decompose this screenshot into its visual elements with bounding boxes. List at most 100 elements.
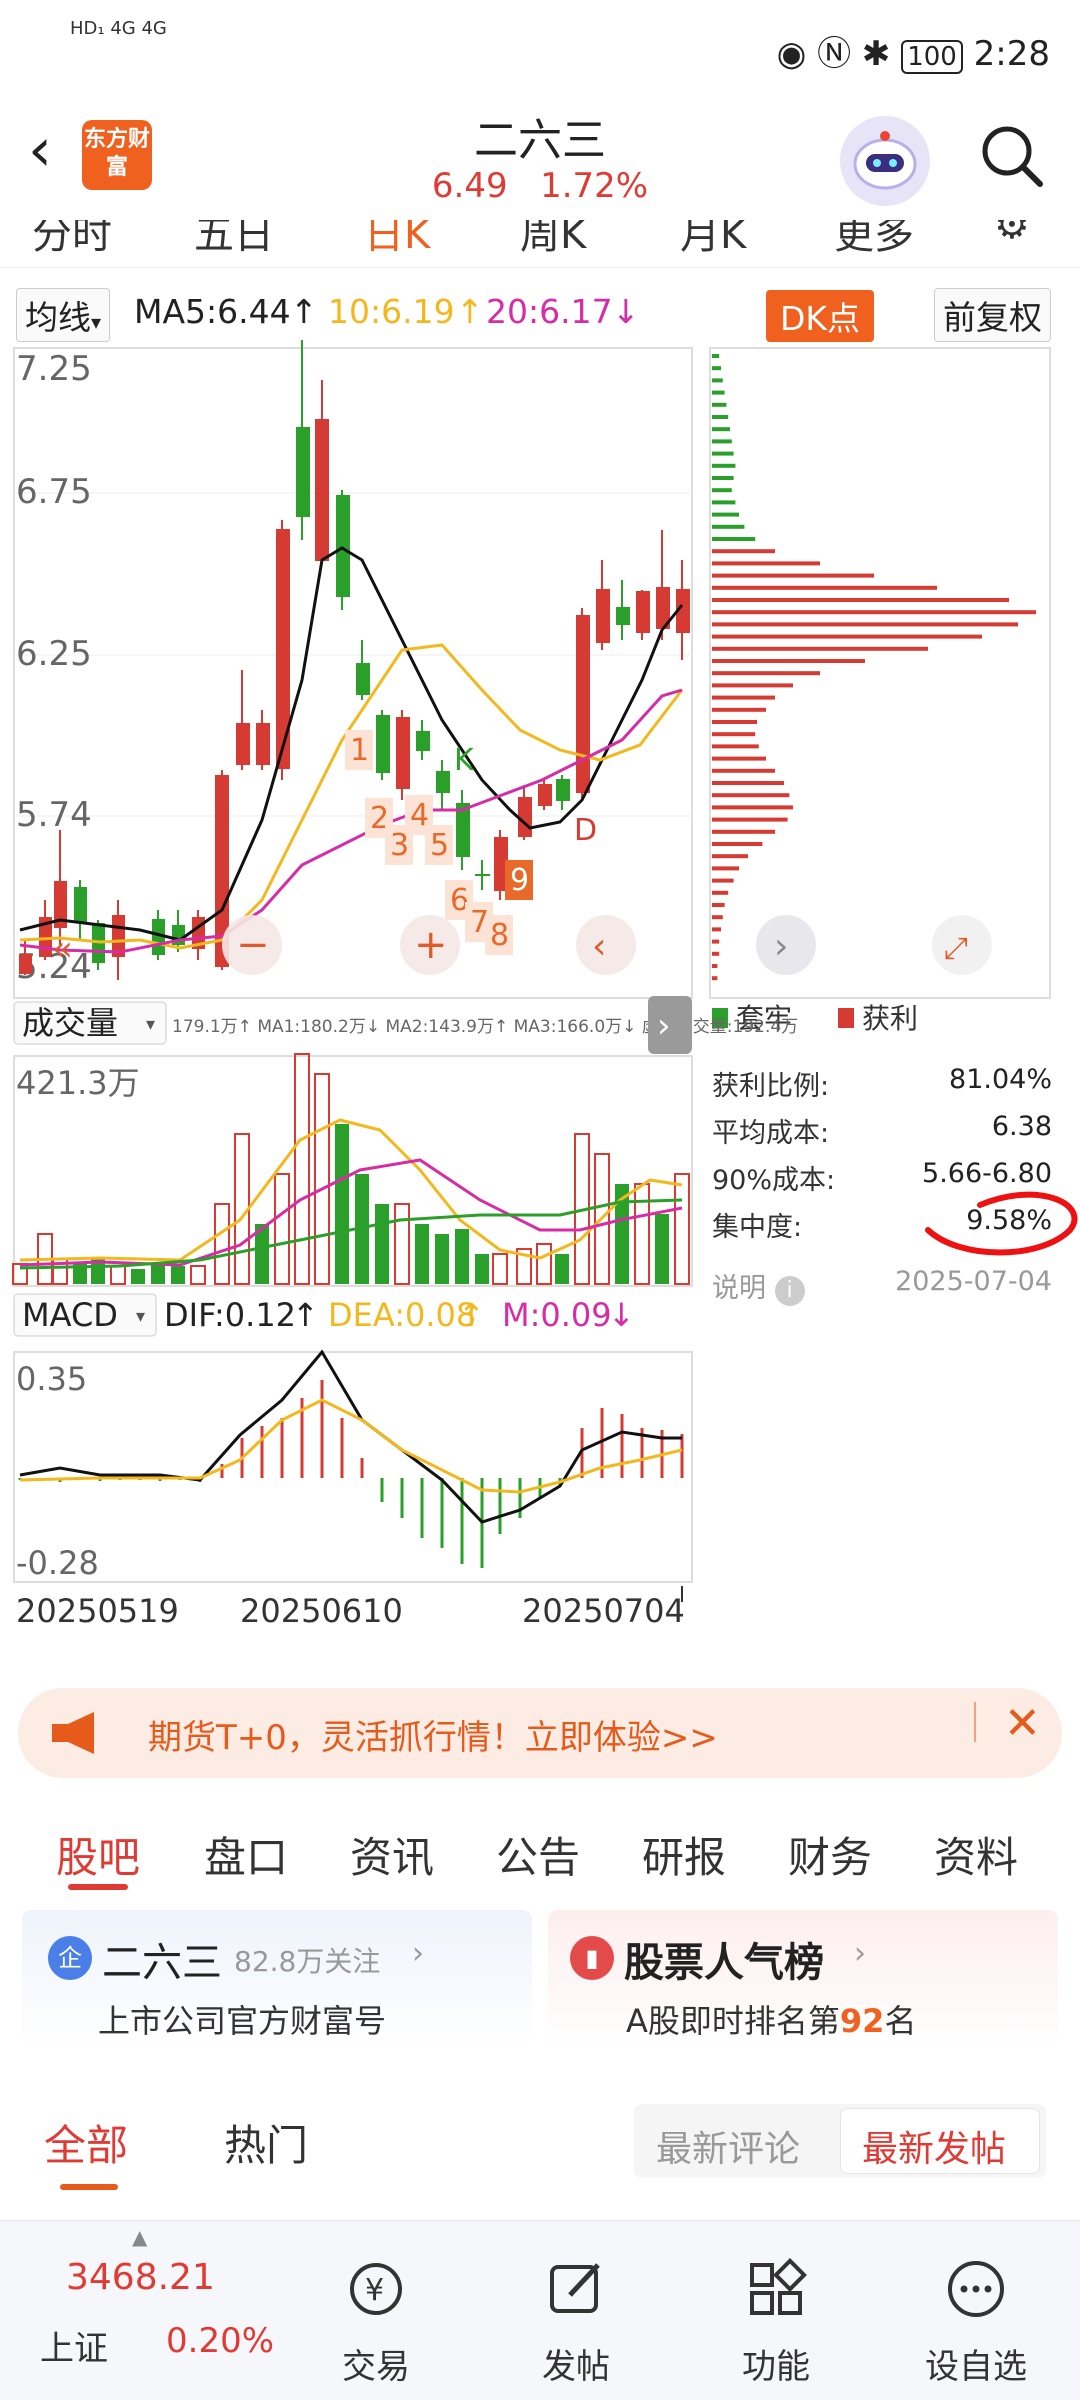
search-icon[interactable] [980,124,1044,188]
chip-bar [712,366,721,371]
candle [556,779,570,801]
battery-icon: 100 [901,40,963,74]
zoom-out-icon: − [236,922,270,968]
down-arrow-icon: ↓ [612,292,640,331]
date-label: 20250610 [240,1592,403,1630]
volume-bar [634,1183,650,1285]
chip-bar [712,683,793,688]
company-name: 二六三 [102,1940,222,1986]
index-ticker[interactable]: ▲ 3468.21 上证 0.20% [20,2221,274,2400]
chip-bar [712,951,720,956]
chip-bar [712,732,756,737]
tab-profile[interactable]: 资料 [934,1824,1018,1885]
tab-minute[interactable]: 分时 [32,220,112,260]
ma-select[interactable]: 均线▾ [16,288,111,342]
chip-bar [712,646,928,651]
feed-filter-bar: 全部 热门 最新评论 最新发帖 [0,2090,1080,2200]
chevron-right-icon: › [412,1936,424,1971]
candle [236,723,250,765]
date-label: 20250704 [522,1592,685,1630]
nav-function[interactable]: 功能 [676,2221,876,2400]
chip-bar [712,610,1036,615]
feed-tab-hot[interactable]: 热门 [224,2112,308,2173]
candle [576,615,590,793]
caret-up-icon: ▲ [132,2225,148,2249]
chip-bar [712,354,720,358]
chip-bar [712,939,720,944]
company-subtitle: 上市公司官方财富号 [98,2002,387,2040]
dk-point-button[interactable]: DK点 [766,290,875,342]
nav-watchlist[interactable]: 设自选 [876,2221,1076,2400]
marker-label: K [454,743,475,778]
tab-news[interactable]: 资讯 [350,1824,434,1885]
tab-pankou[interactable]: 盘口 [204,1824,288,1885]
tab-guba[interactable]: 股吧 [56,1824,140,1885]
tab-finance[interactable]: 财务 [788,1824,872,1885]
marker-label: 9 [510,863,529,898]
chip-bar [712,598,1009,602]
ma-legend-bar: 均线▾ MA5:6.44 ↑ 10:6.19 ↑ 20:6.17 ↓ DK点 前复权 [0,284,1080,344]
expand-icon: ⤢ [944,931,968,966]
popularity-rank-card[interactable]: ▮ 股票人气榜 › A股即时排名第92名 [548,1910,1058,2050]
tab-research[interactable]: 研报 [642,1824,726,1885]
close-icon[interactable]: ✕ [1004,1698,1041,1749]
adjust-button[interactable]: 前复权 [934,288,1051,342]
feed-tab-all[interactable]: 全部 [44,2112,128,2173]
candle [596,589,610,643]
volume-bar [475,1254,489,1284]
period-tabs: 分时 五日 日K 周K 月K 更多 ⚙ [0,220,1080,268]
section-tabs: 股吧 盘口 资讯 公告 研报 财务 资料 [0,1800,1080,1900]
sort-latest-post[interactable]: 最新发帖 [862,2120,1006,2172]
tab-monthly-k[interactable]: 月K [680,220,746,260]
candle [616,607,630,625]
volume-bar [435,1234,449,1284]
volume-bar [294,1053,310,1285]
ma-select-label: 均线 [25,298,91,337]
bottom-nav: ▲ 3468.21 上证 0.20% ¥ 交易 发帖 功能 设自选 [0,2220,1080,2400]
volume-bar [214,1203,230,1285]
rank-suffix: 名 [884,2002,917,2040]
chip-bar [712,634,982,639]
robot-assistant-icon[interactable] [840,116,930,206]
company-account-card[interactable]: 企 二六三 82.8万关注 › 上市公司官方财富号 [22,1910,532,2050]
candle [315,419,329,561]
svg-text:¥: ¥ [365,2273,384,2308]
chip-bar [712,744,759,749]
chip-bar [712,756,766,761]
settings-icon[interactable]: ⚙ [994,220,1030,248]
y-axis-label: 5.74 [16,795,92,835]
dea-value: DEA:0.08 [328,1296,476,1334]
volume-info: 179.1万↑ MA1:180.2万↓ MA2:143.9万↑ MA3:166.… [172,1017,798,1037]
rank-prefix: A股即时排名第 [626,2002,840,2040]
kline-chart[interactable]: 7.25 6.75 6.25 5.74 5.24 1 2 3 4 5 6 7 8… [0,340,1080,1680]
chip-bar [712,781,784,785]
chip-bar [712,964,718,968]
chip-bar [712,488,732,493]
tab-weekly-k[interactable]: 周K [520,220,586,260]
chip-bar [712,842,763,846]
chip-bar [712,537,756,541]
tab-more[interactable]: 更多 [834,220,914,260]
candle [518,797,532,837]
chip-bar [712,439,732,444]
candle [538,784,552,806]
divider [974,1702,976,1742]
megaphone-icon [52,1712,94,1754]
nav-post[interactable]: 发帖 [476,2221,676,2400]
tab-daily-k[interactable]: 日K [364,220,430,260]
volume-max: 421.3万 [16,1064,140,1102]
tab-announcement[interactable]: 公告 [496,1824,580,1885]
candle [396,717,410,789]
chip-bar [712,890,729,895]
up-arrow-icon: ↑ [458,1296,485,1334]
marker-label: 5 [430,828,449,863]
candles [19,340,690,980]
tab-five-day[interactable]: 五日 [194,220,274,260]
chip-bar [712,512,739,517]
promo-banner[interactable]: 期货T+0，灵活抓行情！立即体验>> ✕ [18,1688,1062,1778]
stat-label: 集中度: [712,1212,803,1243]
volume-bar [375,1204,389,1284]
sort-latest-comment[interactable]: 最新评论 [656,2120,800,2172]
candle [416,731,430,751]
nav-trade[interactable]: ¥ 交易 [276,2221,476,2400]
